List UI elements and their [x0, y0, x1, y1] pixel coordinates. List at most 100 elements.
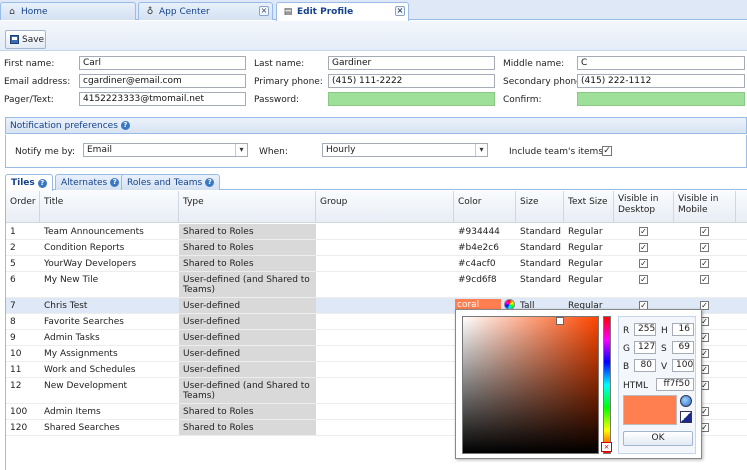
when-select[interactable]: Hourly ▾: [322, 143, 488, 157]
confirm-password-field[interactable]: [577, 92, 745, 106]
cell-type: Shared to Roles: [179, 240, 316, 255]
column-header-title[interactable]: Title: [40, 191, 179, 223]
chevron-down-icon: ▾: [235, 144, 247, 156]
web-safe-icon[interactable]: [680, 411, 692, 423]
save-button[interactable]: Save: [5, 30, 46, 49]
column-header-text-size[interactable]: Text Size: [564, 191, 614, 223]
visible-desktop-checkbox[interactable]: ✓: [639, 227, 648, 236]
saturation-value-area[interactable]: [462, 316, 599, 454]
include-team-items-checkbox[interactable]: ✓: [602, 146, 612, 156]
table-row[interactable]: 2 Condition Reports Shared to Roles #b4e2c6…: [6, 240, 747, 256]
home-icon: ⌂: [9, 6, 15, 17]
g-label: G: [623, 344, 630, 354]
html-input[interactable]: ff7f50: [656, 378, 694, 391]
tab-home-label: Home: [21, 6, 48, 17]
cell-group: [316, 362, 454, 377]
help-icon[interactable]: ?: [37, 178, 47, 188]
column-header-color[interactable]: Color: [454, 191, 516, 223]
tab-app-center[interactable]: ♁ App Center ×: [138, 2, 273, 20]
secondary-phone-field[interactable]: (415) 222-1112: [577, 74, 745, 88]
tab-edit-profile[interactable]: ▤ Edit Profile ×: [276, 2, 409, 21]
last-name-label: Last name:: [254, 59, 305, 69]
cell-group: [316, 240, 454, 255]
column-header-group[interactable]: Group: [316, 191, 454, 223]
column-header-visible-desktop[interactable]: Visible in Desktop: [614, 191, 674, 223]
email-field[interactable]: cgardiner@email.com: [79, 74, 246, 88]
r-label: R: [623, 326, 630, 336]
tab-tiles[interactable]: Tiles ?: [5, 174, 53, 191]
cell-type: Shared to Roles: [179, 404, 316, 419]
notify-by-label: Notify me by:: [15, 147, 76, 157]
close-icon[interactable]: ×: [259, 6, 269, 16]
table-row[interactable]: 6 My New Tile User-defined (and Shared to …: [6, 272, 747, 298]
notify-by-select[interactable]: Email ▾: [83, 143, 248, 157]
table-row[interactable]: 1 Team Announcements Shared to Roles #93444…: [6, 224, 747, 240]
middle-name-label: Middle name:: [503, 59, 565, 69]
cell-order: 7: [10, 301, 16, 311]
v-input[interactable]: 100: [672, 359, 694, 372]
help-icon[interactable]: ?: [120, 121, 130, 130]
pager-field[interactable]: 4152223333@tmomail.net: [79, 92, 246, 106]
visible-desktop-checkbox[interactable]: ✓: [639, 275, 648, 284]
hue-slider[interactable]: [603, 316, 611, 454]
cell-title: Admin Items: [44, 407, 101, 417]
tab-roles-and-teams[interactable]: Roles and Teams ?: [121, 174, 221, 190]
tab-alternates[interactable]: Alternates ?: [55, 174, 126, 190]
close-icon[interactable]: ×: [395, 6, 405, 16]
notification-preferences-header: Notification preferences ?: [5, 117, 747, 134]
r-input[interactable]: 255: [634, 323, 656, 336]
middle-name-field[interactable]: C: [577, 56, 745, 70]
s-input[interactable]: 69: [672, 341, 694, 354]
tab-bar: ⌂ Home ♁ App Center × ▤ Edit Profile ×: [0, 0, 747, 21]
cell-type: Shared to Roles: [179, 420, 316, 435]
visible-desktop-checkbox[interactable]: ✓: [639, 243, 648, 252]
b-input[interactable]: 80: [634, 359, 656, 372]
h-input[interactable]: 16: [672, 323, 694, 336]
cell-title: My New Tile: [44, 275, 99, 285]
column-header-order[interactable]: Order: [6, 191, 40, 223]
help-icon[interactable]: ?: [110, 178, 120, 187]
first-name-field[interactable]: Carl: [79, 56, 246, 70]
visible-mobile-checkbox[interactable]: ✓: [700, 275, 709, 284]
v-label: V: [661, 362, 668, 372]
table-row[interactable]: 5 YourWay Developers Shared to Roles #c4acf…: [6, 256, 747, 272]
sv-handle[interactable]: [556, 317, 564, 325]
tab-roles-and-teams-label: Roles and Teams: [127, 177, 203, 188]
notification-preferences-title: Notification preferences: [10, 120, 118, 131]
visible-mobile-checkbox[interactable]: ✓: [700, 227, 709, 236]
cell-group: [316, 272, 454, 297]
cell-text-size: Regular: [568, 275, 603, 285]
visible-mobile-checkbox[interactable]: ✓: [700, 243, 709, 252]
hue-handle[interactable]: ×: [601, 442, 612, 452]
column-header-size[interactable]: Size: [516, 191, 564, 223]
column-header-type[interactable]: Type: [179, 191, 316, 223]
primary-phone-label: Primary phone:: [254, 77, 323, 87]
visible-mobile-checkbox[interactable]: ✓: [700, 259, 709, 268]
g-input[interactable]: 127: [634, 341, 656, 354]
visible-desktop-checkbox[interactable]: ✓: [639, 259, 648, 268]
cell-type: Shared to Roles: [179, 224, 316, 239]
notification-preferences-panel: Notify me by: Email ▾ When: Hourly ▾ Inc…: [5, 135, 747, 168]
cell-order: 6: [10, 275, 16, 285]
cell-title: My Assignments: [44, 349, 118, 359]
tab-home[interactable]: ⌂ Home: [0, 2, 136, 20]
cell-type: User-defined: [179, 314, 316, 329]
ok-button[interactable]: OK: [623, 431, 693, 446]
cell-title: New Development: [44, 381, 128, 391]
secondary-phone-label: Secondary phone:: [503, 77, 585, 87]
profile-subtabs: Tiles ? Alternates ? Roles and Teams ?: [5, 173, 747, 191]
cell-title: Work and Schedules: [44, 365, 136, 375]
cell-type: Shared to Roles: [179, 256, 316, 271]
password-field[interactable]: [328, 92, 495, 106]
cell-order: 9: [10, 333, 16, 343]
cell-size: Standard: [520, 243, 561, 253]
cell-group: [316, 224, 454, 239]
last-name-field[interactable]: Gardiner: [328, 56, 495, 70]
cell-type: User-defined: [179, 330, 316, 345]
column-header-visible-mobile[interactable]: Visible in Mobile: [674, 191, 736, 223]
cell-type: User-defined (and Shared to Teams): [179, 272, 316, 297]
help-icon[interactable]: ?: [205, 178, 215, 187]
globe-icon[interactable]: [680, 395, 692, 407]
primary-phone-field[interactable]: (415) 111-2222: [328, 74, 495, 88]
include-team-items-label: Include team's items:: [509, 147, 607, 157]
